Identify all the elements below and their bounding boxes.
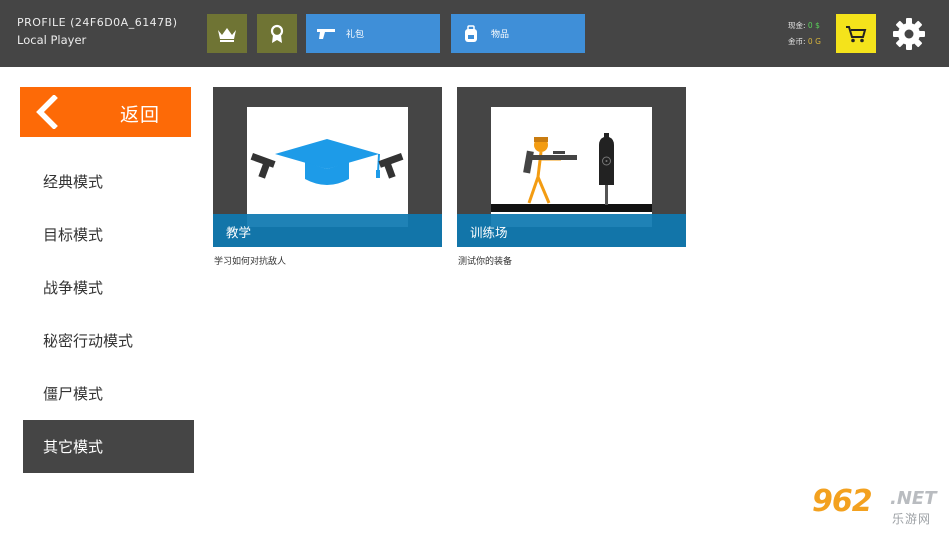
back-button[interactable]: 返回 [20,87,191,137]
player-name: Local Player [17,33,87,47]
mode-classic[interactable]: 经典模式 [23,155,194,208]
tutorial-title: 教学 [226,225,252,240]
settings-button[interactable] [890,15,928,53]
shooting-range-title: 训练场 [470,225,508,240]
items-label: 物品 [491,30,510,40]
cash-display: 现金: 0 $ [788,20,820,31]
game-screen: PROFILE (24F6D0A_6147B) Local Player 礼包 [0,0,949,534]
cash-label: 现金: [788,21,806,30]
shooting-range-title-bar: 训练场 [457,214,686,247]
medal-icon [270,24,284,43]
tutorial-title-bar: 教学 [213,214,442,247]
mode-zombie[interactable]: 僵尸模式 [23,367,194,420]
profile-id: PROFILE (24F6D0A_6147B) [17,16,178,29]
tutorial-card[interactable]: 教学 [213,87,442,247]
gold-value: 0 G [807,37,821,46]
gift-pack-label: 礼包 [346,30,365,40]
shooting-range-description: 测试你的装备 [458,257,513,267]
watermark-chinese: 乐游网 [892,512,932,526]
crown-icon [218,27,236,42]
gift-pack-button[interactable]: 礼包 [306,14,440,53]
watermark-suffix: .NET [890,488,937,509]
top-bar: PROFILE (24F6D0A_6147B) Local Player 礼包 [0,0,949,67]
watermark-number: 962 [812,484,873,519]
mode-war[interactable]: 战争模式 [23,261,194,314]
back-label: 返回 [120,104,161,126]
shopping-cart-icon [846,25,867,42]
shop-button[interactable] [836,14,876,53]
tutorial-image [247,107,408,227]
crown-button[interactable] [207,14,247,53]
gold-label: 金币: [788,37,806,46]
site-watermark: 962 .NET 乐游网 [808,484,946,530]
cash-value: 0 $ [807,21,820,30]
gold-display: 金币: 0 G [788,36,821,47]
gear-icon [893,18,925,50]
shooting-range-card[interactable]: 训练场 [457,87,686,247]
mode-covert-ops[interactable]: 秘密行动模式 [23,314,194,367]
tutorial-description: 学习如何对抗敌人 [214,257,287,267]
mode-other[interactable]: 其它模式 [23,420,194,473]
items-button[interactable]: 物品 [451,14,585,53]
mode-target[interactable]: 目标模式 [23,208,194,261]
shooting-range-image [491,107,652,227]
chevron-left-icon [36,95,58,129]
backpack-icon [451,24,491,43]
medal-button[interactable] [257,14,297,53]
pistol-icon [306,28,346,40]
